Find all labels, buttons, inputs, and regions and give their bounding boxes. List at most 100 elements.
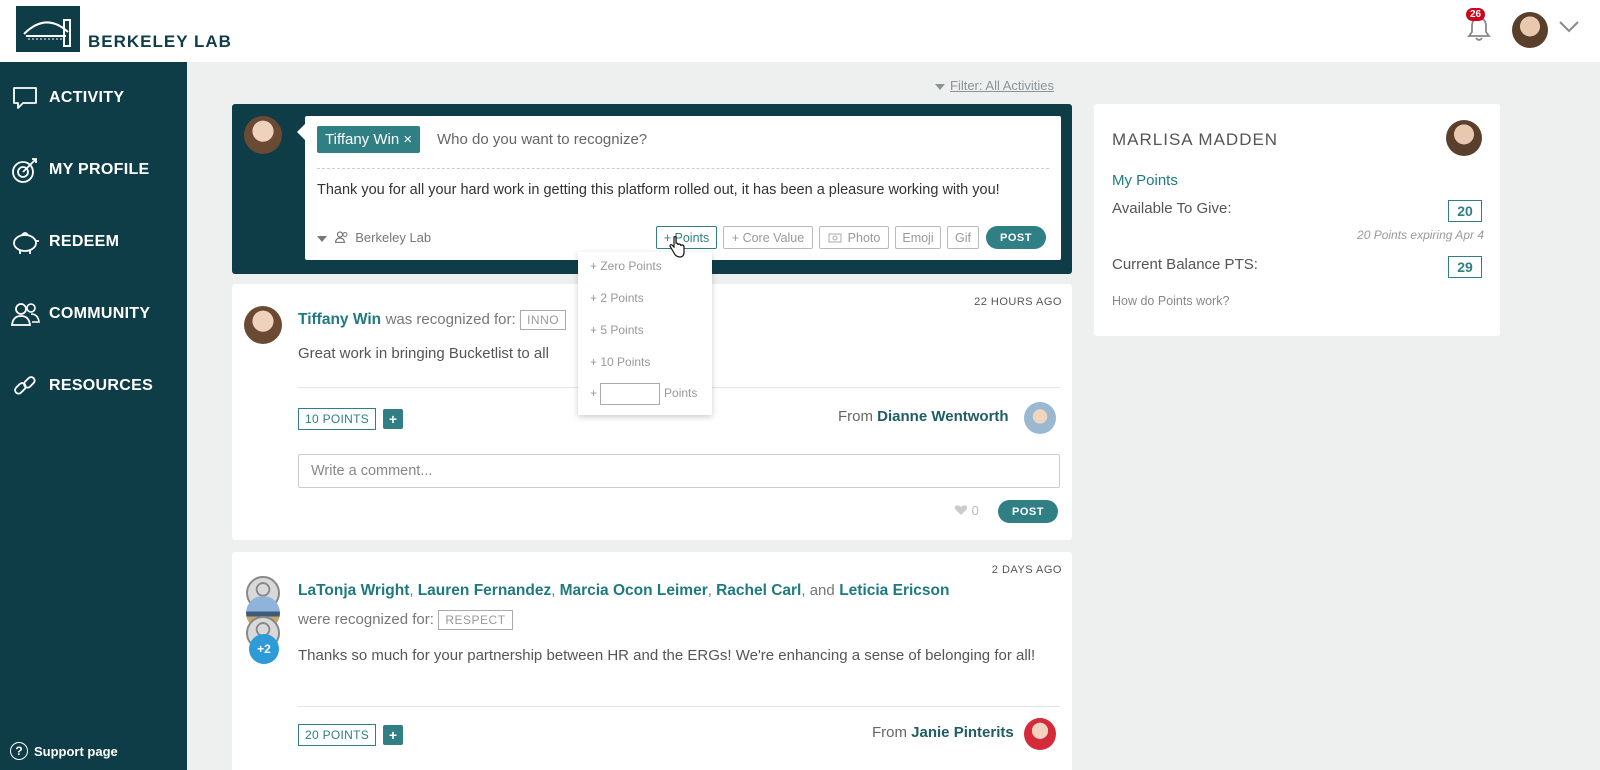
message-input[interactable]: Thank you for all your hard work in gett…: [317, 182, 1000, 198]
add-points-button[interactable]: + Points: [656, 226, 717, 249]
post-button[interactable]: POST: [986, 226, 1046, 249]
top-bar: BERKELEY LAB 26: [0, 0, 1600, 62]
core-value-tag: RESPECT: [438, 610, 513, 630]
heart-icon: [954, 505, 968, 515]
sidebar-item-redeem[interactable]: REDEEM: [10, 222, 119, 262]
sidebar-item-resources[interactable]: RESOURCES: [10, 366, 153, 406]
brand-name: BERKELEY LAB: [88, 32, 232, 51]
audience-selector[interactable]: Berkeley Lab: [317, 230, 431, 245]
points-option-10[interactable]: + 10 Points: [590, 355, 650, 369]
from-label: From: [838, 408, 873, 425]
points-option-custom: + Points: [590, 383, 697, 405]
comment-input[interactable]: Write a comment...: [298, 454, 1060, 488]
sidebar-item-community[interactable]: COMMUNITY: [10, 294, 150, 334]
and-text: and: [809, 582, 835, 599]
camera-icon: [828, 233, 842, 243]
panel-avatar[interactable]: [1446, 120, 1482, 156]
add-gif-button[interactable]: Gif: [947, 226, 979, 249]
points-option-zero[interactable]: + Zero Points: [590, 259, 662, 273]
sidebar-item-label: RESOURCES: [49, 377, 154, 394]
comment-post-button[interactable]: POST: [998, 500, 1058, 523]
points-help-link[interactable]: How do Points work?: [1112, 294, 1229, 308]
recognition-headline: Tiffany Win was recognized for: INNO: [298, 310, 567, 330]
support-page-link[interactable]: ? Support page: [10, 742, 118, 760]
close-icon[interactable]: ×: [403, 131, 412, 148]
recognized-text: were recognized for:: [298, 611, 434, 629]
recipient-name[interactable]: LaTonja Wright: [298, 582, 409, 599]
post-timestamp: 2 DAYS AGO: [991, 564, 1062, 576]
recognition-headline: LaTonja Wright, Lauren Fernandez, Marcia…: [298, 582, 950, 599]
photo-label: Photo: [847, 230, 881, 245]
add-photo-button[interactable]: Photo: [819, 226, 889, 249]
sidebar: ACTIVITY MY PROFILE REDEEM COMMUNITY RES…: [0, 62, 187, 770]
sender-line: From Dianne Wentworth: [838, 408, 1009, 425]
hand-cursor-icon: [669, 236, 685, 258]
points-option-5[interactable]: + 5 Points: [590, 323, 644, 337]
chevron-down-icon[interactable]: [1558, 20, 1580, 34]
brand-logo[interactable]: BERKELEY LAB: [16, 6, 232, 52]
panel-user-name: MARLISA MADDEN: [1112, 130, 1279, 149]
people-icon: [334, 231, 348, 244]
more-recipients-badge[interactable]: +2: [249, 634, 279, 664]
recognized-text: was recognized for:: [385, 311, 516, 329]
divider: [298, 706, 1060, 707]
link-icon: [14, 376, 36, 395]
add-points-plus-button[interactable]: +: [383, 409, 403, 429]
speech-bubble-icon: [13, 87, 37, 109]
recognition-message: Thanks so much for your partnership betw…: [298, 647, 1036, 664]
recipient-name[interactable]: Rachel Carl: [716, 582, 801, 599]
add-points-plus-button[interactable]: +: [383, 725, 403, 745]
user-avatar[interactable]: [1512, 12, 1548, 48]
like-button[interactable]: 0: [954, 503, 979, 518]
sidebar-item-label: MY PROFILE: [49, 161, 150, 178]
sender-line: From Janie Pinterits: [872, 724, 1014, 741]
target-icon: [12, 158, 37, 183]
available-value: 20: [1448, 200, 1482, 222]
recognized-for-line: were recognized for: RESPECT: [298, 610, 513, 630]
feed-card: +2 2 DAYS AGO LaTonja Wright, Lauren Fer…: [232, 552, 1072, 770]
sidebar-item-activity[interactable]: ACTIVITY: [10, 78, 124, 118]
sender-avatar[interactable]: [1024, 718, 1056, 750]
points-badge: 20 POINTS: [298, 724, 377, 746]
activity-filter[interactable]: Filter: All Activities: [935, 78, 1054, 93]
expiring-note: 20 Points expiring Apr 4: [1357, 228, 1484, 242]
custom-points-suffix: Points: [664, 386, 698, 401]
recipient-chip[interactable]: Tiffany Win ×: [317, 126, 421, 153]
sender-avatar[interactable]: [1024, 402, 1056, 434]
custom-points-input[interactable]: [600, 383, 661, 405]
points-dropdown: + Zero Points + 2 Points + 5 Points + 10…: [578, 252, 712, 415]
sender-name[interactable]: Dianne Wentworth: [877, 408, 1008, 425]
my-points-link[interactable]: My Points: [1112, 172, 1178, 189]
recipient-name[interactable]: Marcia Ocon Leimer: [560, 582, 708, 599]
sidebar-item-label: REDEEM: [49, 233, 120, 250]
sidebar-item-my-profile[interactable]: MY PROFILE: [10, 150, 150, 190]
composer-avatar: [244, 116, 282, 154]
sidebar-item-label: ACTIVITY: [49, 89, 125, 106]
filter-label: Filter: All Activities: [950, 78, 1055, 93]
recipient-avatar[interactable]: [244, 306, 282, 344]
recipient-name[interactable]: Lauren Fernandez: [418, 582, 552, 599]
recipient-name[interactable]: Tiffany Win: [298, 311, 381, 328]
post-timestamp: 22 HOURS AGO: [974, 296, 1062, 308]
balance-label: Current Balance PTS:: [1112, 256, 1258, 273]
recipient-name[interactable]: Leticia Ericson: [839, 582, 949, 599]
divider: [317, 168, 1049, 169]
caret-down-icon: [935, 83, 945, 90]
add-core-value-button[interactable]: + Core Value: [723, 226, 813, 249]
from-label: From: [872, 724, 907, 741]
logo-mark-icon: [16, 6, 80, 52]
sidebar-item-label: COMMUNITY: [49, 305, 151, 322]
recipient-chip-label: Tiffany Win: [325, 131, 400, 148]
core-value-tag: INNO: [520, 310, 567, 330]
available-label: Available To Give:: [1112, 200, 1232, 217]
people-icon: [10, 303, 40, 326]
help-icon: ?: [10, 742, 28, 760]
balance-value: 29: [1448, 256, 1482, 278]
recipient-search-input[interactable]: Who do you want to recognize?: [437, 131, 647, 148]
points-option-2[interactable]: + 2 Points: [590, 291, 644, 305]
caret-down-icon: [317, 235, 327, 242]
points-badge: 10 POINTS: [298, 408, 377, 430]
sender-name[interactable]: Janie Pinterits: [911, 724, 1014, 741]
audience-label: Berkeley Lab: [355, 230, 432, 245]
add-emoji-button[interactable]: Emoji: [895, 226, 941, 249]
